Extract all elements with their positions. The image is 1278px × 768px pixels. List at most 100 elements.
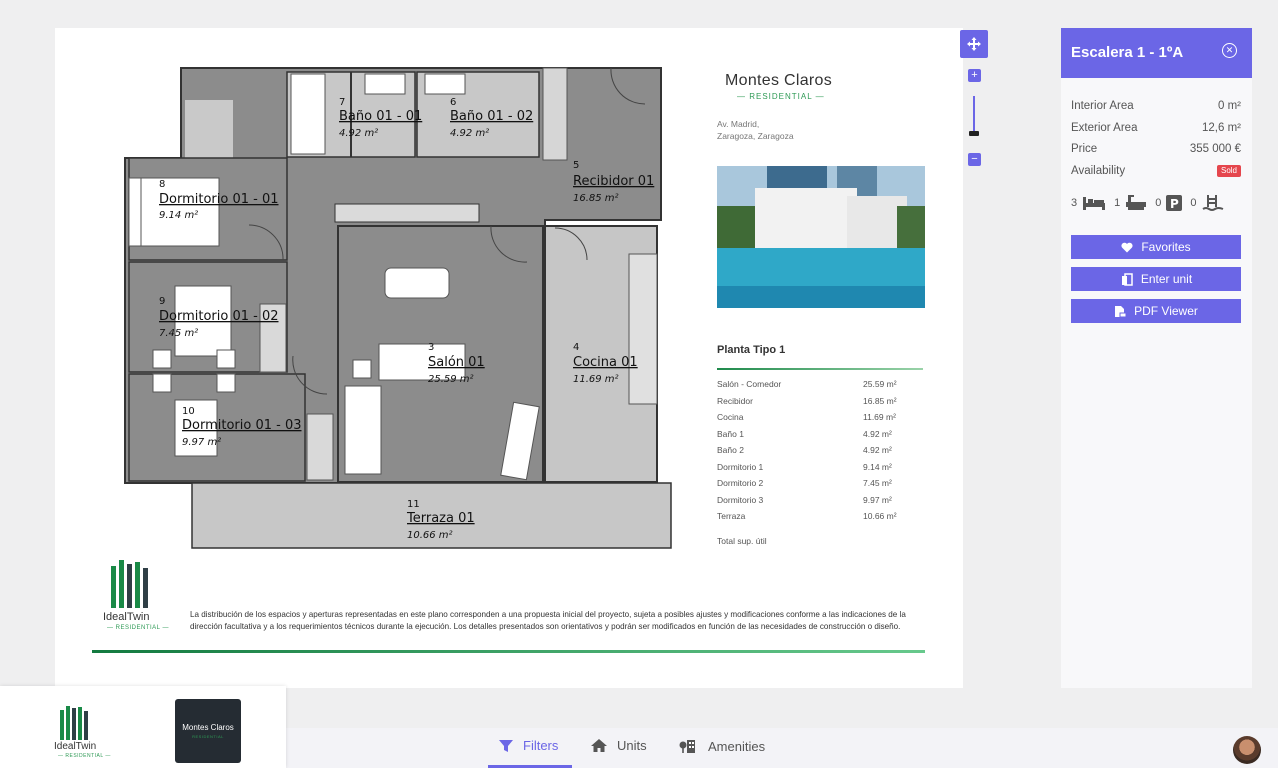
user-avatar[interactable] [1233,736,1261,764]
bathtub-icon [1126,195,1147,210]
room-label: Salón 01 [428,355,485,370]
schedule-row: Dormitorio 1 9.14 m² [717,462,892,472]
parking-count: 0 [1155,197,1162,209]
enter-unit-button[interactable]: Enter unit [1071,267,1241,291]
favorites-button[interactable]: Favorites [1071,235,1241,259]
schedule-row: Recibidor 16.85 m² [717,396,897,406]
svg-text:P: P [1170,197,1179,211]
bedrooms-count: 3 [1071,197,1078,209]
unit-panel-header: Escalera 1 - 1ºA ✕ [1061,28,1252,78]
nav-filters-label: Filters [523,738,559,753]
room-area: 11.69 m² [573,374,619,385]
room-area: 4.92 m² [339,128,378,139]
pdf-viewer-button[interactable]: PDF Viewer [1071,299,1241,323]
parking-icon: P [1166,195,1183,211]
bottom-nav-bar [286,728,1278,768]
favorites-label: Favorites [1141,240,1191,254]
svg-text:6: 6 [450,97,456,108]
schedule-row: Salón - Comedor 25.59 m² [717,379,897,389]
unit-features-row: 3 1 0 P 0 [1071,192,1243,214]
room-area: 7.45 m² [159,328,198,339]
amenities-icon [679,740,695,753]
room-area: 9.14 m² [159,210,198,221]
home-icon [591,739,607,752]
svg-text:3: 3 [428,342,434,353]
svg-text:4: 4 [573,342,579,353]
schedule-title: Planta Tipo 1 [717,344,786,356]
nav-units-label: Units [617,738,647,753]
room-number: 7 [339,97,345,108]
pdf-file-icon [1115,305,1127,317]
project-address: Av. Madrid, Zaragoza, Zaragoza [717,119,794,141]
svg-text:10: 10 [182,406,195,417]
building-photo [717,166,925,308]
room-area: 9.97 m² [182,437,221,448]
nav-units[interactable]: Units [590,738,647,753]
idealtwin-name: IdealTwin [54,741,97,752]
idealtwin-sub: — RESIDENTIAL — [58,753,111,759]
bathrooms-count: 1 [1114,197,1121,209]
sheet-logo-name: IdealTwin [103,611,150,623]
room-label: Dormitorio 01 - 03 [182,418,302,433]
schedule-divider [717,368,923,370]
exterior-area-row: Exterior Area 12,6 m² [1071,122,1241,134]
schedule-row: Dormitorio 2 7.45 m² [717,478,892,488]
schedule-row: Baño 2 4.92 m² [717,445,892,455]
zoom-slider-track[interactable] [973,96,975,136]
move-icon [967,37,981,51]
zoom-out-button[interactable]: − [968,153,981,166]
room-area: 10.66 m² [407,530,453,541]
sheet-bottom-rule [92,650,925,653]
project-subtitle: — RESIDENTIAL — [737,92,825,101]
room-label: Cocina 01 [573,355,638,370]
room-area: 16.85 m² [573,193,619,204]
nav-amenities-label: Amenities [708,738,766,754]
filter-icon [499,739,513,752]
floor-plan-sheet: 7 Baño 01 - 01 4.92 m² 6 Baño 01 - 02 4.… [55,28,963,688]
pool-icon [1201,195,1223,211]
idealtwin-logo [111,560,148,608]
montes-claros-logo[interactable]: Montes Claros RESIDENTIAL [175,699,241,763]
price-row: Price 355 000 € [1071,143,1241,155]
schedule-total: Total sup. útil [717,536,767,546]
door-enter-icon [1121,272,1133,286]
disclaimer-text: La distribución de los espacios y apertu… [190,610,906,631]
schedule-row: Baño 1 4.92 m² [717,429,892,439]
room-area: 25.59 m² [428,374,474,385]
nav-amenities[interactable]: Amenities [679,738,765,754]
zoom-slider-thumb[interactable] [969,131,979,136]
schedule-row: Dormitorio 3 9.97 m² [717,495,892,505]
pan-move-button[interactable] [960,30,988,58]
pdf-viewer-label: PDF Viewer [1134,304,1198,318]
svg-text:8: 8 [159,179,165,190]
schedule-row: Cocina 11.69 m² [717,412,896,422]
close-icon[interactable]: ✕ [1222,43,1237,58]
unit-title: Escalera 1 - 1ºA [1071,44,1184,61]
room-label: Dormitorio 01 - 01 [159,192,279,207]
schedule-row: Terraza 10.66 m² [717,511,897,521]
idealtwin-mark [60,706,88,740]
montes-claros-name: Montes Claros [182,723,234,732]
nav-filters[interactable]: Filters [498,738,558,753]
interior-area-row: Interior Area 0 m² [1071,100,1241,112]
room-area: 4.92 m² [450,128,489,139]
availability-row: Availability Sold [1071,165,1241,177]
zoom-in-button[interactable]: + [968,69,981,82]
brand-logos-card: IdealTwin — RESIDENTIAL — [0,686,286,768]
project-name: Montes Claros [725,72,833,89]
floor-plan-drawing: 7 Baño 01 - 01 4.92 m² 6 Baño 01 - 02 4.… [111,67,672,608]
svg-text:11: 11 [407,499,420,510]
room-label: Baño 01 - 02 [450,109,533,124]
room-label: Baño 01 - 01 [339,109,422,124]
svg-text:9: 9 [159,296,165,307]
montes-claros-sub: RESIDENTIAL [192,734,224,739]
room-label: Terraza 01 [406,511,475,526]
pools-count: 0 [1190,197,1197,209]
heart-icon [1121,242,1133,252]
enter-unit-label: Enter unit [1140,272,1193,286]
svg-text:5: 5 [573,160,579,171]
sold-badge: Sold [1216,165,1241,177]
bed-icon [1083,197,1106,210]
room-label: Recibidor 01 [573,174,654,189]
room-label: Dormitorio 01 - 02 [159,309,279,324]
